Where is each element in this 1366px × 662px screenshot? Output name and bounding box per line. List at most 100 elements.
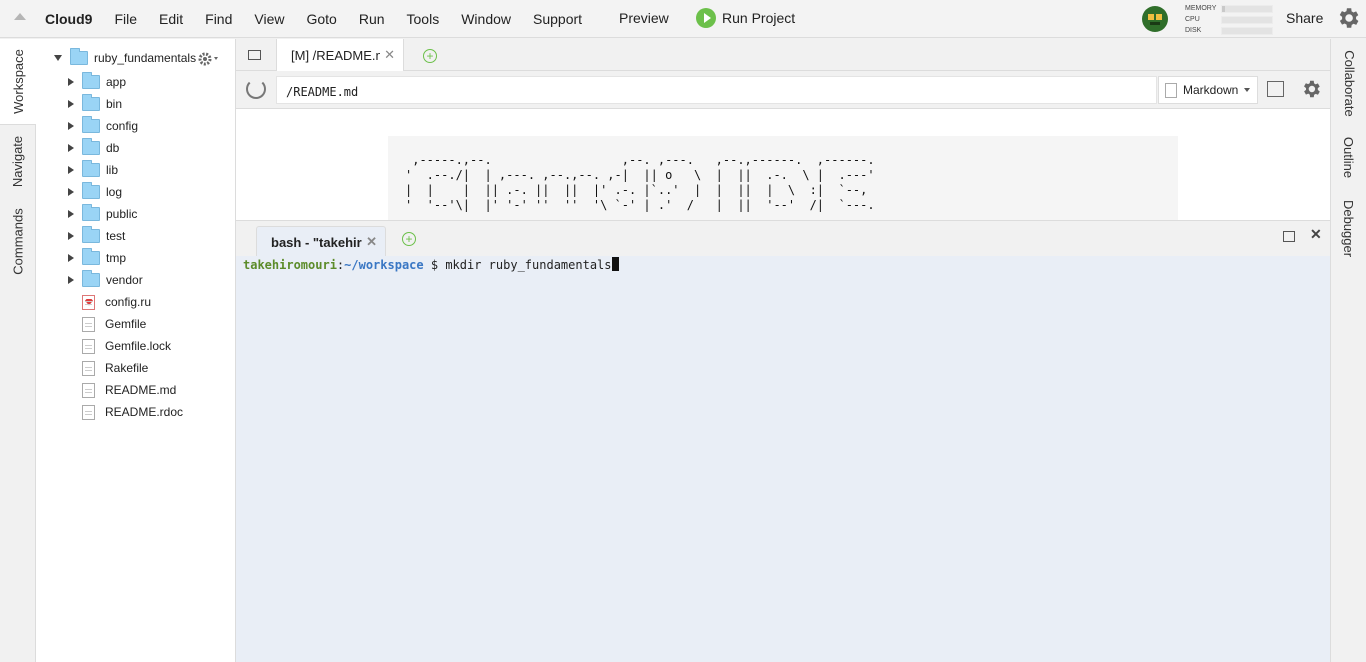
- menu-cloud9[interactable]: Cloud9: [45, 11, 92, 27]
- collapse-menu-icon[interactable]: [14, 13, 26, 20]
- tree-folder-item[interactable]: tmp: [68, 247, 126, 269]
- reload-icon[interactable]: [246, 79, 266, 99]
- expand-arrow-icon[interactable]: [68, 122, 74, 130]
- run-project-label: Run Project: [722, 10, 796, 26]
- tree-item-label: Gemfile: [105, 317, 147, 331]
- folder-icon: [82, 94, 100, 111]
- gear-icon[interactable]: [1335, 5, 1361, 31]
- tree-file-item[interactable]: Rakefile: [82, 357, 148, 379]
- tab-outline[interactable]: Outline: [1331, 127, 1366, 187]
- tab-outline-label: Outline: [1341, 136, 1357, 178]
- expand-arrow-icon[interactable]: [68, 276, 74, 284]
- tree-folder-item[interactable]: config: [68, 115, 138, 137]
- metric-cpu-label: CPU: [1185, 16, 1200, 23]
- file-icon: [82, 404, 95, 420]
- menu-support[interactable]: Support: [533, 11, 582, 27]
- metric-disk-bar: [1221, 26, 1273, 35]
- tree-file-item[interactable]: Gemfile: [82, 313, 146, 335]
- tree-folder-item[interactable]: db: [68, 137, 119, 159]
- file-icon: [82, 360, 95, 376]
- tree-file-item[interactable]: README.md: [82, 379, 176, 401]
- folder-icon: [70, 48, 88, 65]
- tab-workspace[interactable]: Workspace: [0, 39, 36, 125]
- tree-item-label: tmp: [106, 251, 127, 265]
- tree-file-item[interactable]: README.rdoc: [82, 401, 183, 423]
- open-files-icon[interactable]: [248, 50, 261, 60]
- tab-workspace-label: Workspace: [10, 49, 26, 114]
- share-button[interactable]: Share: [1286, 10, 1323, 26]
- tree-item-label: config: [106, 119, 139, 133]
- tree-item-label: Gemfile.lock: [105, 339, 172, 353]
- expand-arrow-icon[interactable]: [68, 166, 74, 174]
- document-icon: [1165, 82, 1177, 98]
- new-tab-plus-icon[interactable]: +: [423, 49, 437, 63]
- close-tab-icon[interactable]: ✕: [384, 47, 395, 63]
- ruby-file-icon: [82, 294, 95, 310]
- tree-folder-item[interactable]: test: [68, 225, 125, 247]
- tab-bash[interactable]: bash - "takehiromouri@" ✕: [256, 226, 386, 257]
- expand-arrow-icon[interactable]: [68, 254, 74, 262]
- tree-settings-gear-icon[interactable]: [197, 51, 221, 67]
- tab-navigate[interactable]: Navigate: [0, 125, 36, 197]
- expand-arrow-icon[interactable]: [68, 188, 74, 196]
- editor-tab-bar: [M] /README.md ✕ +: [236, 39, 1330, 71]
- tab-debugger[interactable]: Debugger: [1331, 187, 1366, 269]
- close-panel-icon[interactable]: ✕: [1310, 226, 1322, 243]
- expand-arrow-icon[interactable]: [68, 100, 74, 108]
- tree-item-label: Rakefile: [105, 361, 149, 375]
- tree-folder-item[interactable]: app: [68, 71, 126, 93]
- restore-window-icon[interactable]: [1283, 231, 1295, 242]
- menu-run[interactable]: Run: [359, 11, 385, 27]
- syntax-mode-select[interactable]: Markdown: [1158, 76, 1258, 104]
- close-terminal-tab-icon[interactable]: ✕: [366, 234, 377, 250]
- tree-folder-item[interactable]: log: [68, 181, 122, 203]
- preview-button[interactable]: Preview: [619, 10, 669, 26]
- markdown-preview[interactable]: ,-----.,--. ,--. ,---. ,--.,------. ,---…: [236, 109, 1330, 220]
- menu-find[interactable]: Find: [205, 11, 232, 27]
- tree-item-label: README.rdoc: [105, 405, 184, 419]
- tree-root[interactable]: ruby_fundamentals: [54, 48, 196, 65]
- folder-icon: [82, 116, 100, 133]
- prompt-symbol: $: [423, 258, 446, 272]
- folder-icon: [82, 248, 100, 265]
- new-terminal-plus-icon[interactable]: +: [402, 232, 416, 246]
- play-icon: [696, 8, 716, 28]
- tree-folder-item[interactable]: vendor: [68, 269, 143, 291]
- metric-disk: DISK: [1185, 25, 1273, 36]
- folder-icon: [82, 72, 100, 89]
- preview-settings-gear-icon[interactable]: [1300, 78, 1322, 100]
- menu-window[interactable]: Window: [461, 11, 511, 27]
- menu-tools[interactable]: Tools: [407, 11, 440, 27]
- tree-item-label: bin: [106, 97, 123, 111]
- tree-file-item[interactable]: config.ru: [82, 291, 151, 313]
- expand-arrow-icon[interactable]: [68, 144, 74, 152]
- file-path-input[interactable]: /README.md: [276, 76, 1157, 104]
- file-tree: ruby_fundamentals app bin config db lib log pu…: [36, 39, 236, 662]
- tab-commands[interactable]: Commands: [0, 197, 36, 285]
- menu-edit[interactable]: Edit: [159, 11, 183, 27]
- expand-arrow-icon[interactable]: [68, 210, 74, 218]
- tree-item-label: app: [106, 75, 127, 89]
- folder-icon: [82, 160, 100, 177]
- tab-readme[interactable]: [M] /README.md ✕: [276, 39, 404, 71]
- expand-arrow-icon[interactable]: [54, 55, 62, 61]
- expand-arrow-icon[interactable]: [68, 232, 74, 240]
- tree-folder-item[interactable]: bin: [68, 93, 122, 115]
- tree-file-item[interactable]: Gemfile.lock: [82, 335, 171, 357]
- run-project-button[interactable]: Run Project: [696, 8, 795, 28]
- terminal[interactable]: takehiromouri:~/workspace $ mkdir ruby_f…: [236, 256, 1330, 662]
- tree-folder-item[interactable]: lib: [68, 159, 118, 181]
- tree-item-label: log: [106, 185, 123, 199]
- menu-goto[interactable]: Goto: [306, 11, 336, 27]
- user-avatar[interactable]: [1142, 6, 1168, 32]
- tab-debugger-label: Debugger: [1341, 199, 1357, 257]
- resource-metrics[interactable]: MEMORY CPU DISK: [1185, 3, 1273, 36]
- folder-icon: [82, 270, 100, 287]
- popout-icon[interactable]: [1267, 81, 1284, 97]
- right-panel-rail: Collaborate Outline Debugger: [1330, 39, 1366, 662]
- menu-view[interactable]: View: [254, 11, 284, 27]
- expand-arrow-icon[interactable]: [68, 78, 74, 86]
- tree-folder-item[interactable]: public: [68, 203, 137, 225]
- menu-file[interactable]: File: [114, 11, 137, 27]
- tab-collaborate[interactable]: Collaborate: [1331, 39, 1366, 127]
